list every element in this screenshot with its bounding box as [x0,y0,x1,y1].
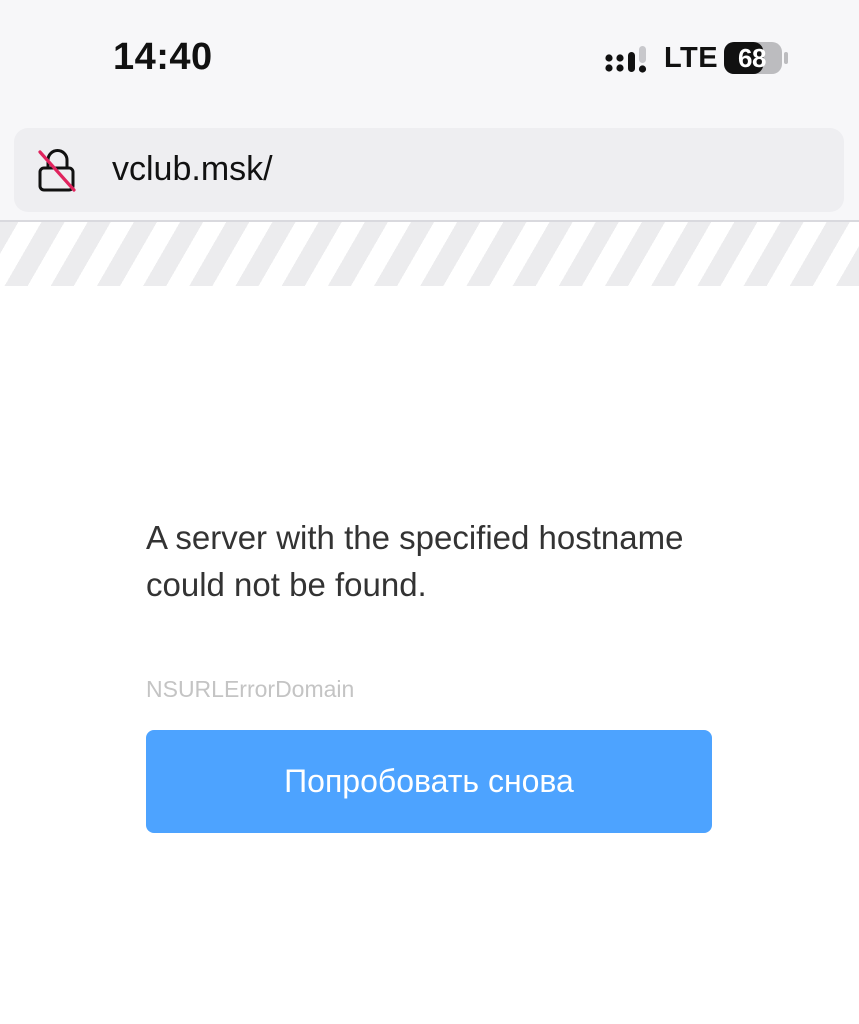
error-message: A server with the specified hostname cou… [146,519,684,603]
network-type: LTE [664,42,719,74]
cellular-signal-icon [605,46,647,73]
battery-level: 68 [738,43,766,73]
retry-button[interactable]: Попробовать снова [146,730,712,833]
not-secure-lock-icon [38,149,76,192]
status-bar: 14:40 LTE 68 [0,0,859,118]
page-loading-stripes [0,222,859,286]
error-domain: NSURLErrorDomain [146,676,355,702]
url-text[interactable]: vclub.msk/ [112,150,273,189]
status-time: 14:40 [113,36,213,78]
address-bar[interactable]: vclub.msk/ [14,128,844,212]
browser-toolbar: vclub.msk/ [0,118,859,222]
